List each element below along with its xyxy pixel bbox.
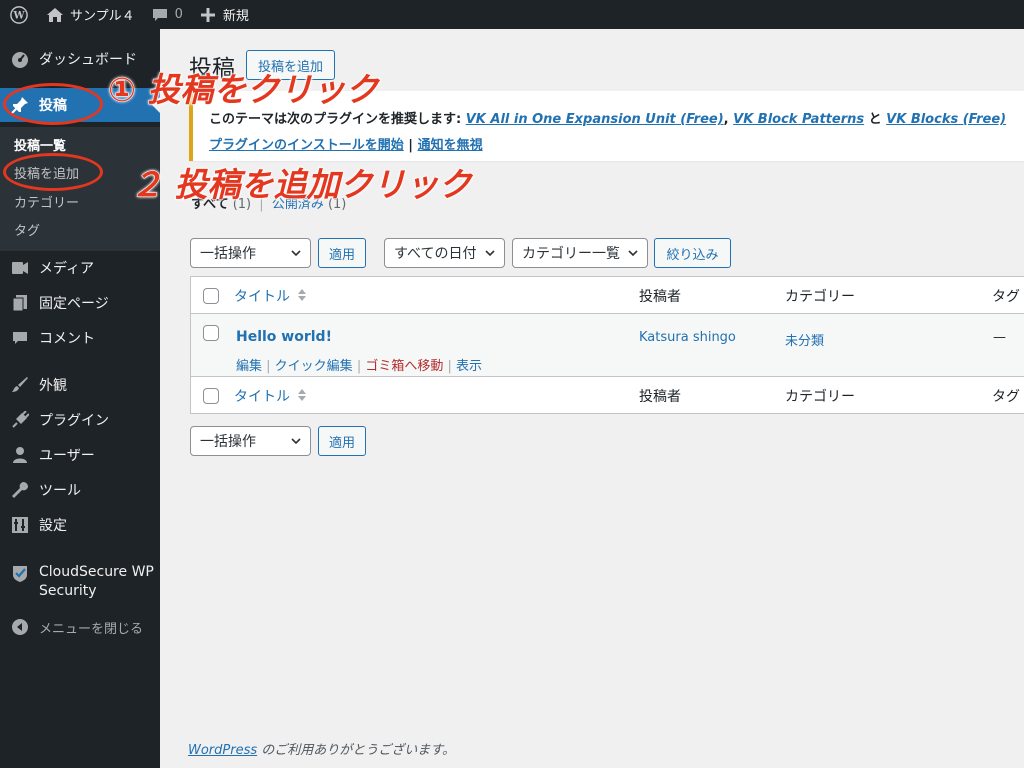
view-link[interactable]: 表示: [456, 359, 482, 374]
user-icon: [10, 445, 30, 465]
chevron-down-icon: [291, 438, 301, 445]
admin-footer: WordPress のご利用ありがとうございます。: [188, 743, 455, 758]
home-icon: [46, 6, 64, 24]
new-label: 新規: [222, 9, 249, 24]
table-footer-row: タイトル 投稿者 カテゴリー タグ: [191, 376, 1024, 413]
wordpress-footer-link[interactable]: WordPress: [188, 743, 257, 758]
sidebar-item-label: 固定ページ: [39, 296, 109, 312]
annotation-step-1: ① 投稿をクリック: [107, 70, 379, 110]
sidebar-item-label: メディア: [39, 261, 95, 277]
main-content: 投稿 投稿を追加 このテーマは次のプラグインを推奨します: VK All in …: [167, 29, 1024, 768]
column-title-header[interactable]: タイトル: [234, 286, 290, 306]
sidebar-item-plugins[interactable]: プラグイン: [0, 403, 160, 437]
admin-bar: W サンプル４ 0 新規: [0, 0, 1024, 29]
submenu-categories[interactable]: カテゴリー: [14, 192, 79, 211]
bulk-action-select-top[interactable]: 一括操作: [190, 238, 311, 268]
post-tags: —: [993, 330, 1006, 345]
column-author-header: 投稿者: [639, 289, 681, 305]
apply-button-top[interactable]: 適用: [318, 238, 366, 268]
bulk-action-select-bottom[interactable]: 一括操作: [190, 426, 311, 456]
notice-actions: プラグインのインストールを開始 | 通知を無視: [209, 138, 483, 153]
table-row: Hello world! 編集 | クイック編集 | ゴミ箱へ移動 | 表示 K…: [191, 314, 1024, 376]
sidebar-item-label: 設定: [39, 518, 67, 534]
submenu-tags[interactable]: タグ: [14, 220, 40, 239]
dismiss-notice-link[interactable]: 通知を無視: [418, 138, 483, 153]
sidebar-item-settings[interactable]: 設定: [0, 508, 160, 542]
chevron-down-icon: [291, 250, 301, 257]
dashboard-gauge-icon: [10, 49, 30, 69]
comments-menu[interactable]: 0: [143, 0, 191, 29]
filter-button[interactable]: 絞り込み: [654, 238, 731, 268]
sidebar-item-label: プラグイン: [39, 413, 109, 429]
new-content-menu[interactable]: 新規: [191, 0, 257, 29]
sidebar-item-appearance[interactable]: 外観: [0, 368, 160, 402]
notice-plugin-link-1[interactable]: VK All in One Expansion Unit (Free): [466, 112, 724, 127]
svg-text:W: W: [12, 10, 25, 21]
sidebar-item-label: 外観: [39, 378, 67, 394]
install-plugins-link[interactable]: プラグインのインストールを開始: [209, 138, 404, 153]
column-categories-footer: カテゴリー: [785, 389, 855, 405]
quick-edit-link[interactable]: クイック編集: [275, 359, 353, 374]
wordpress-logo-icon: W: [10, 5, 28, 24]
sidebar-item-label: ユーザー: [39, 448, 95, 464]
wp-logo-menu[interactable]: W: [0, 0, 36, 29]
admin-sidebar: ダッシュボード 投稿 投稿一覧 投稿を追加 カテゴリー タグ メディア 固定ペー…: [0, 29, 160, 768]
sidebar-item-comments[interactable]: コメント: [0, 321, 160, 355]
post-title-link[interactable]: Hello world!: [236, 329, 332, 345]
plugin-plug-icon: [10, 410, 30, 430]
sidebar-item-pages[interactable]: 固定ページ: [0, 286, 160, 320]
sidebar-item-cloudsecure[interactable]: CloudSecure WP Security: [0, 559, 160, 603]
sidebar-item-media[interactable]: メディア: [0, 251, 160, 285]
select-all-checkbox-bottom[interactable]: [203, 388, 219, 404]
apply-button-bottom[interactable]: 適用: [318, 426, 366, 456]
trash-link[interactable]: ゴミ箱へ移動: [365, 359, 443, 374]
sort-arrows-icon: [298, 389, 306, 401]
column-tags-header: タグ: [992, 289, 1020, 305]
page-icon: [10, 293, 30, 313]
sidebar-item-label: ツール: [39, 483, 81, 499]
category-filter-select[interactable]: カテゴリー一覧: [512, 238, 648, 268]
sort-arrows-icon: [298, 289, 306, 301]
column-author-footer: 投稿者: [639, 389, 681, 405]
annotation-circle-posts: [3, 83, 103, 125]
sidebar-item-users[interactable]: ユーザー: [0, 438, 160, 472]
annotation-circle-add-new: [3, 153, 103, 191]
collapse-menu-label: メニューを閉じる: [39, 621, 144, 637]
column-tags-footer: タグ: [992, 389, 1020, 405]
site-name: サンプル４: [70, 9, 135, 24]
media-icon: [10, 258, 30, 278]
select-all-checkbox[interactable]: [203, 288, 219, 304]
comment-bubble-icon: [151, 6, 169, 24]
site-name-menu[interactable]: サンプル４: [36, 0, 143, 29]
row-actions: 編集 | クイック編集 | ゴミ箱へ移動 | 表示: [236, 359, 483, 374]
chevron-down-icon: [628, 250, 638, 257]
notice-plugin-link-2[interactable]: VK Block Patterns: [733, 112, 864, 127]
paintbrush-icon: [10, 375, 30, 395]
row-checkbox[interactable]: [203, 325, 219, 341]
collapse-menu-button[interactable]: メニューを閉じる: [0, 610, 160, 644]
edit-link[interactable]: 編集: [236, 359, 262, 374]
sidebar-item-tools[interactable]: ツール: [0, 473, 160, 507]
wrench-icon: [10, 480, 30, 500]
comments-count: 0: [174, 7, 183, 22]
chevron-down-icon: [485, 250, 495, 257]
plus-icon: [199, 6, 217, 24]
cloudsecure-shield-icon: [10, 564, 30, 584]
sidebar-item-label: コメント: [39, 331, 95, 347]
table-header-row: タイトル 投稿者 カテゴリー タグ: [191, 277, 1024, 314]
posts-table: タイトル 投稿者 カテゴリー タグ Hello world! 編集 | クイック…: [190, 276, 1024, 414]
column-categories-header: カテゴリー: [785, 289, 855, 305]
collapse-arrow-icon: [10, 617, 30, 637]
notice-plugin-link-3[interactable]: VK Blocks (Free): [886, 112, 1006, 127]
sidebar-item-label: CloudSecure WP Security: [39, 564, 154, 599]
submenu-all-posts[interactable]: 投稿一覧: [14, 135, 66, 154]
settings-sliders-icon: [10, 515, 30, 535]
annotation-step-2: ２ 投稿を追加クリック: [130, 165, 472, 205]
comment-icon: [10, 328, 30, 348]
post-author-link[interactable]: Katsura shingo: [639, 330, 736, 345]
column-title-footer[interactable]: タイトル: [234, 386, 290, 406]
date-filter-select[interactable]: すべての日付: [384, 238, 505, 268]
post-category-link[interactable]: 未分類: [785, 330, 824, 349]
